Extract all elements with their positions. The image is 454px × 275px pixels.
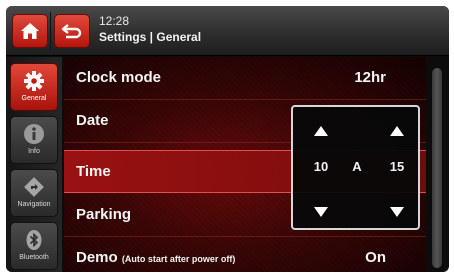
info-icon	[24, 124, 44, 144]
minute-value: 15	[389, 159, 405, 174]
triangle-down-icon	[314, 207, 328, 217]
sidebar: General Info Navigation Bluetooth	[6, 57, 62, 272]
triangle-up-icon	[390, 126, 404, 136]
setting-value: On	[365, 249, 386, 266]
setting-note: (Auto start after power off)	[121, 254, 236, 264]
sidebar-item-navigation[interactable]: Navigation	[10, 169, 58, 217]
hour-up-button[interactable]	[311, 121, 331, 141]
bluetooth-icon	[26, 230, 42, 250]
setting-value: 12hr	[354, 69, 386, 86]
time-picker: 10 A 15	[291, 105, 420, 230]
sidebar-item-general[interactable]: General	[10, 63, 58, 111]
setting-label-text: Demo	[76, 249, 118, 266]
home-button[interactable]	[12, 14, 48, 48]
navigation-icon	[24, 177, 44, 197]
scrollbar[interactable]	[432, 68, 442, 268]
hour-value: 10	[313, 159, 329, 174]
back-button[interactable]	[54, 14, 90, 48]
gear-icon	[24, 71, 44, 91]
triangle-up-icon	[314, 126, 328, 136]
sidebar-item-label: Bluetooth	[19, 254, 49, 261]
header-bar: 12:28 Settings | General	[6, 6, 449, 56]
head-unit-screen: 12:28 Settings | General General Info Na…	[6, 6, 449, 272]
setting-row-clock-mode[interactable]: Clock mode 12hr	[64, 57, 426, 100]
minute-up-button[interactable]	[387, 121, 407, 141]
setting-label: Clock mode	[76, 69, 162, 86]
minute-down-button[interactable]	[387, 202, 407, 222]
setting-label: Parking	[76, 206, 132, 223]
breadcrumb: Settings | General	[99, 30, 202, 44]
setting-label: Date	[76, 112, 109, 129]
clock-display: 12:28	[99, 14, 130, 28]
sidebar-item-label: General	[21, 95, 47, 102]
home-icon	[21, 23, 39, 39]
sidebar-item-info[interactable]: Info	[10, 116, 58, 164]
setting-label: Time	[76, 163, 111, 180]
scrollbar-thumb[interactable]	[432, 68, 442, 268]
ampm-value[interactable]: A	[344, 159, 370, 174]
sidebar-item-label: Navigation	[17, 201, 51, 208]
sidebar-item-label: Info	[28, 148, 40, 155]
setting-label: Demo (Auto start after power off)	[76, 249, 235, 266]
sidebar-item-bluetooth[interactable]: Bluetooth	[10, 222, 58, 270]
triangle-down-icon	[390, 207, 404, 217]
hour-down-button[interactable]	[311, 202, 331, 222]
header-divider	[50, 12, 51, 50]
back-arrow-icon	[61, 24, 82, 39]
setting-row-demo[interactable]: Demo (Auto start after power off) On	[64, 237, 426, 272]
